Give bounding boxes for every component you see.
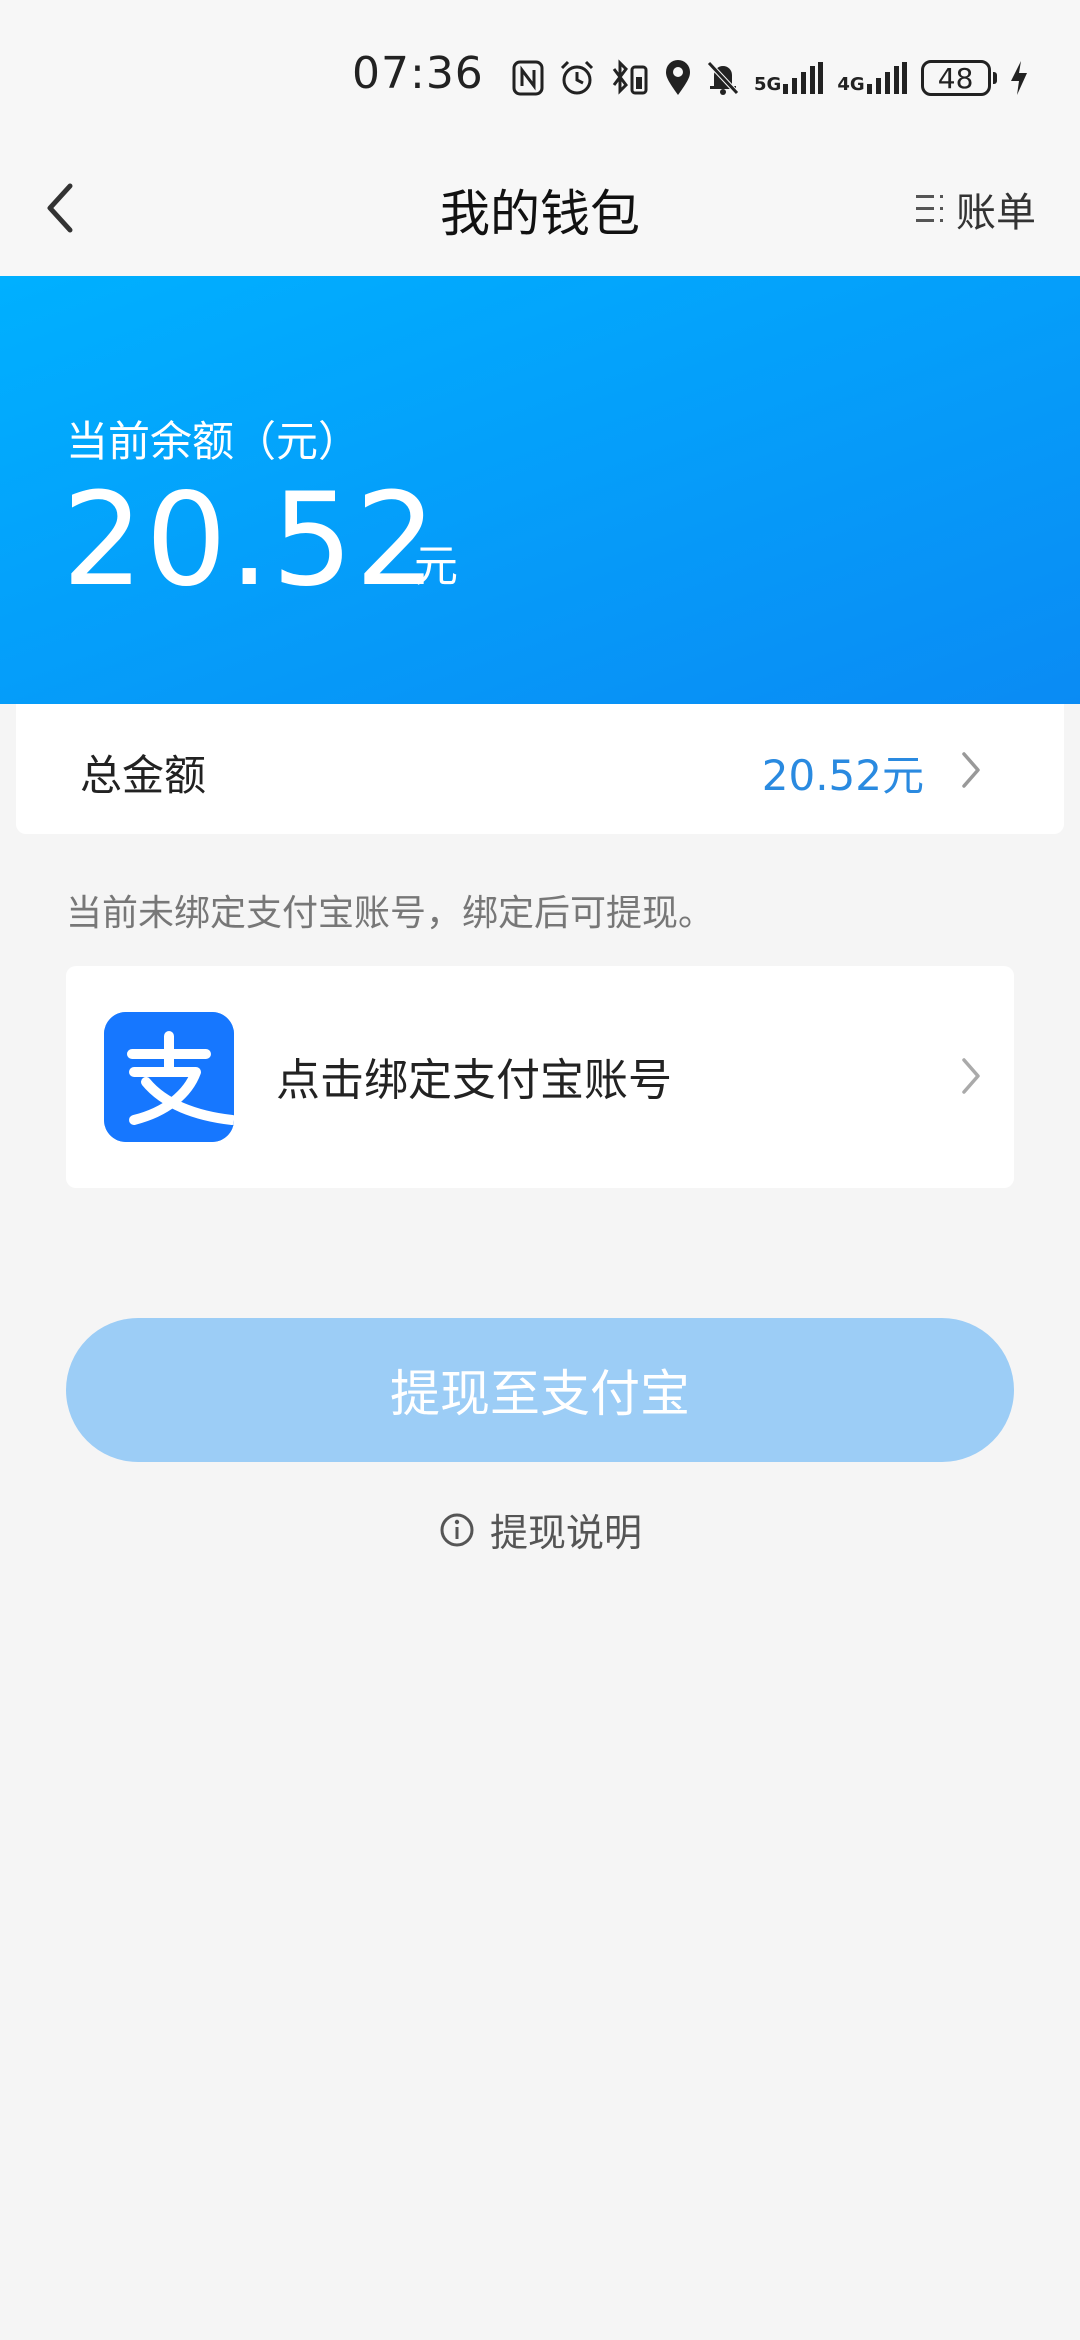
- signal-bars-icon: [783, 62, 824, 94]
- bind-notice: 当前未绑定支付宝账号，绑定后可提现。: [66, 893, 715, 934]
- total-value: 20.52元: [761, 751, 924, 800]
- balance-label: 当前余额（元）: [66, 417, 361, 466]
- chevron-right-icon: [962, 752, 980, 788]
- balance-banner: 当前余额（元） 20.52 元: [0, 276, 1080, 704]
- mute-bell-icon: [707, 61, 739, 95]
- info-icon: [440, 1513, 474, 1546]
- balance-amount: 20.52: [62, 466, 439, 615]
- signal-bars-icon: [866, 62, 907, 94]
- status-bar: 07:36 5G 4G 48: [0, 0, 1080, 150]
- signal-5g: 5G: [754, 62, 824, 95]
- balance-unit: 元: [414, 541, 458, 592]
- bind-alipay-card[interactable]: 点击绑定支付宝账号: [66, 966, 1014, 1188]
- bill-label: 账单: [956, 190, 1036, 236]
- withdraw-explain-label: 提现说明: [489, 1511, 642, 1555]
- bluetooth-battery-icon: [612, 59, 648, 95]
- alipay-logo-icon: [104, 1012, 234, 1142]
- location-icon: [666, 60, 690, 95]
- withdraw-to-alipay-button[interactable]: 提现至支付宝: [66, 1318, 1014, 1462]
- signal-4g: 4G: [837, 62, 907, 95]
- chevron-right-icon: [962, 1058, 980, 1094]
- alipay-mark-icon: [104, 1012, 234, 1142]
- total-label: 总金额: [80, 751, 207, 800]
- network-4g-label: 4G: [837, 74, 865, 95]
- list-icon: [916, 195, 943, 222]
- battery-indicator: 48: [920, 60, 997, 96]
- nfc-icon: [512, 60, 544, 96]
- network-5g-label: 5G: [754, 74, 782, 95]
- nav-bar: 我的钱包 账单: [0, 150, 1080, 276]
- charging-icon: [1010, 61, 1027, 95]
- withdraw-explain-link[interactable]: 提现说明: [0, 1502, 1080, 1557]
- wallet-page: 07:36 5G 4G 48 我的钱包 账单 当前余额（元） 20.52 元 总…: [0, 0, 1080, 2340]
- bind-alipay-text: 点击绑定支付宝账号: [276, 1055, 672, 1106]
- bill-button[interactable]: 账单: [914, 180, 1036, 238]
- status-time: 07:36: [352, 48, 484, 99]
- status-icons: 5G 4G 48: [512, 52, 1029, 104]
- total-amount-row[interactable]: 总金额 20.52元: [16, 704, 1064, 834]
- alarm-icon: [560, 60, 594, 95]
